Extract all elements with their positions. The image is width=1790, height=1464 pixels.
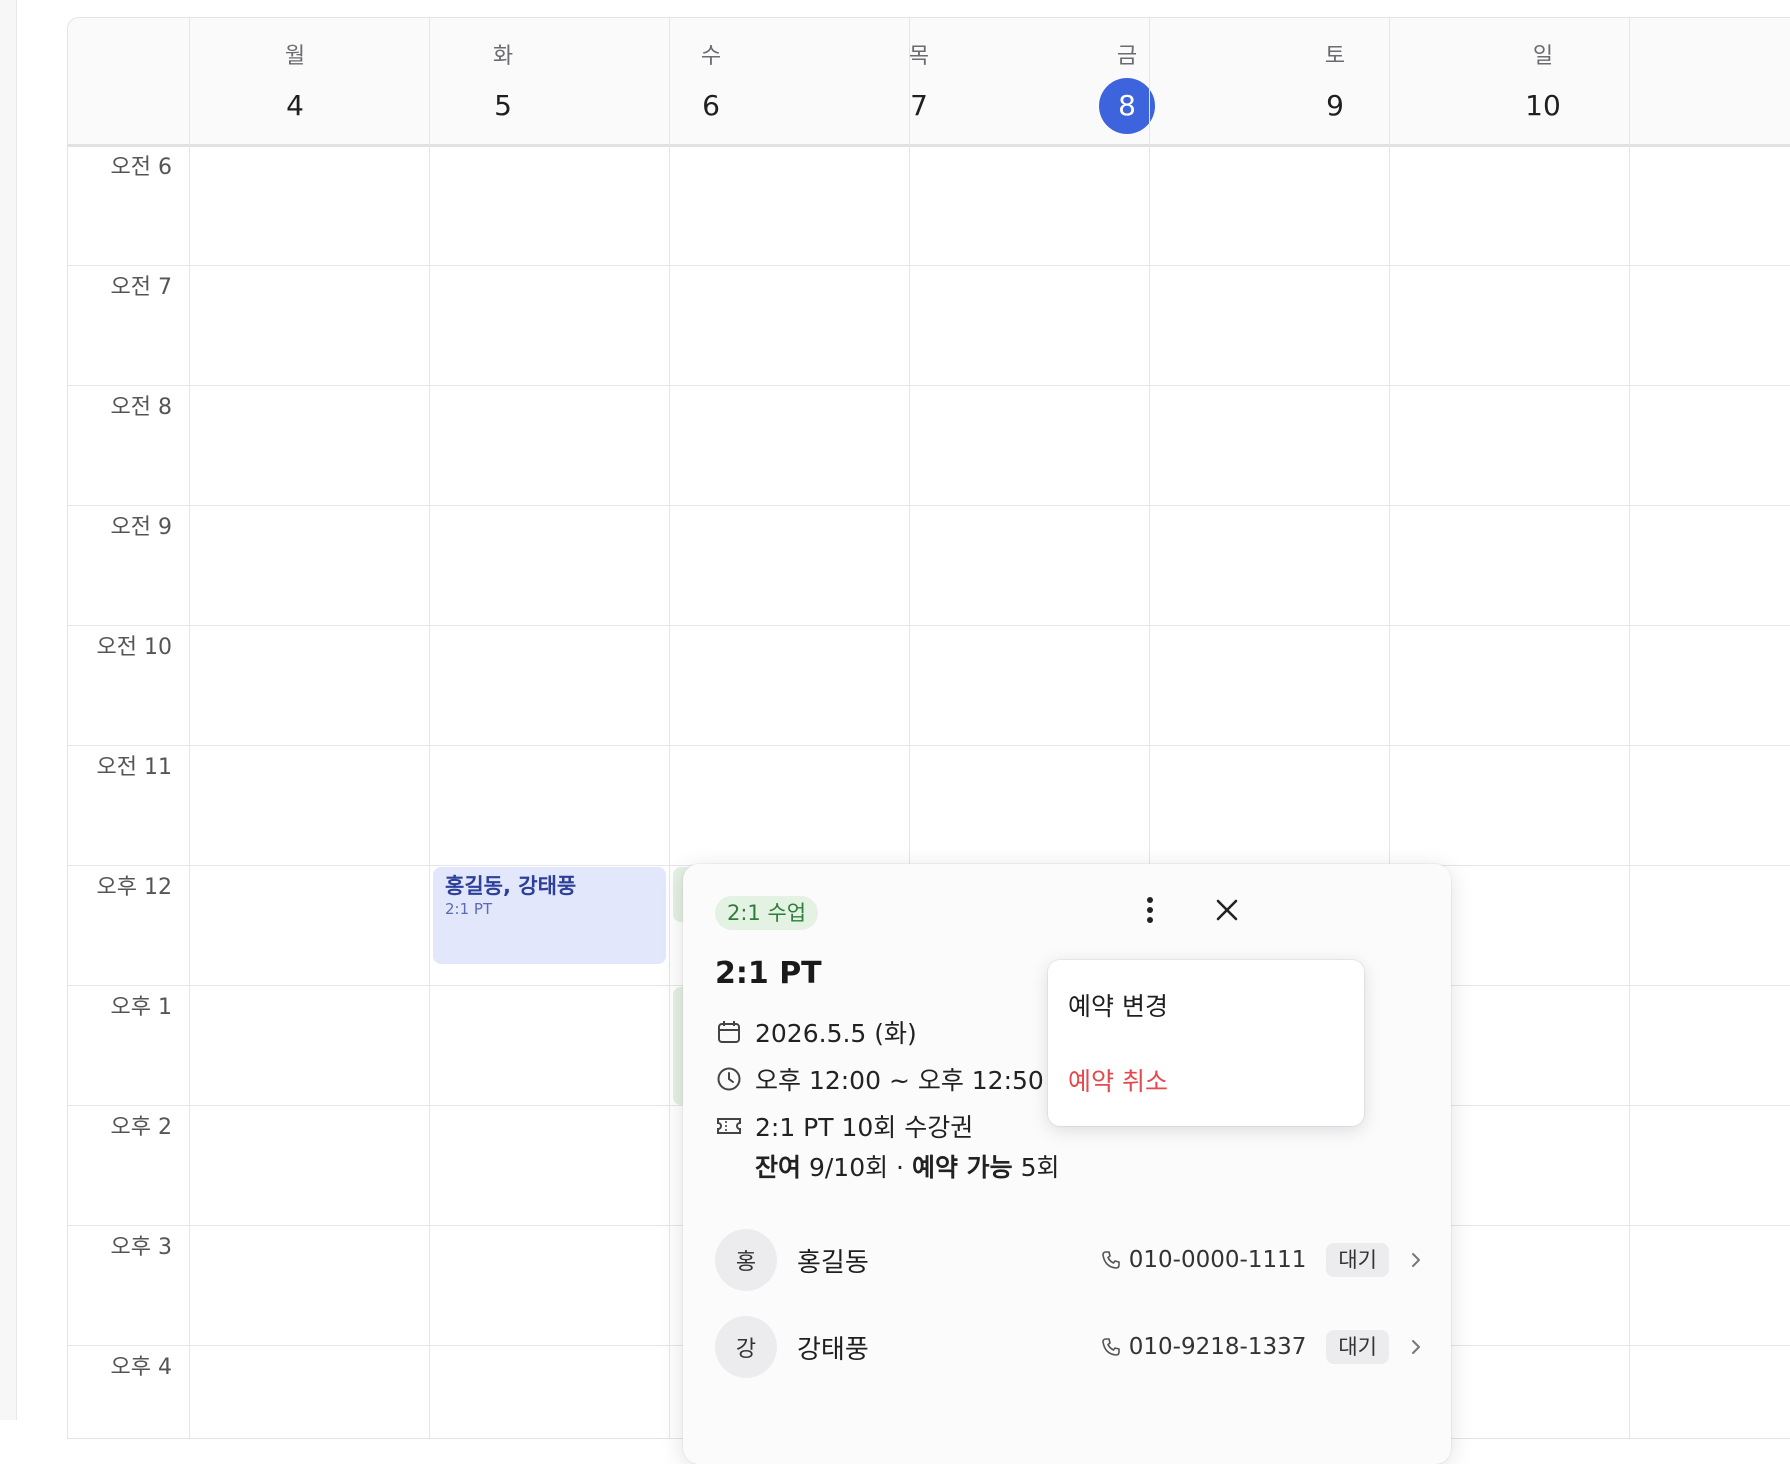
day-of-week: 토 [1324, 44, 1346, 69]
day-number: 10 [1525, 89, 1561, 122]
event-detail-popover: 2:1 수업 2:1 PT 2026.5.5 (화) 오후 12:00 ~ 오후… [683, 864, 1451, 1464]
day-number: 5 [494, 89, 512, 122]
date-row: 2026.5.5 (화) [715, 1014, 917, 1050]
avatar: 강 [715, 1316, 777, 1378]
phone-number: 010-0000-1111 [1128, 1247, 1307, 1273]
time-label: 오전 7 [110, 275, 172, 300]
time-label: 오후 3 [110, 1235, 172, 1260]
close-icon[interactable] [1207, 890, 1247, 930]
pass-row: 2:1 PT 10회 수강권 [715, 1108, 973, 1144]
class-title: 2:1 PT [715, 956, 822, 991]
grid-line [68, 745, 1790, 746]
date-text: 2026.5.5 (화) [755, 1019, 917, 1048]
left-gutter [0, 0, 17, 1420]
time-label: 오전 8 [110, 395, 172, 420]
reservation-menu: 예약 변경 예약 취소 [1048, 960, 1364, 1126]
day-number-today: 8 [1099, 78, 1155, 134]
calendar-header: 월 4 화 5 수 6 목 7 금 8 토 9 일 10 [68, 18, 1790, 147]
more-vertical-icon[interactable] [1130, 890, 1170, 930]
day-header-mon[interactable]: 월 4 [175, 18, 415, 144]
time-label: 오후 1 [110, 995, 172, 1020]
bookable-label: 예약 가능 [911, 1153, 1013, 1182]
time-label: 오전 6 [110, 155, 172, 180]
day-header-sun[interactable]: 일 10 [1423, 18, 1663, 144]
phone-icon [1101, 1337, 1121, 1357]
event-subtitle: 2:1 PT [445, 900, 493, 918]
day-header-sat[interactable]: 토 9 [1215, 18, 1455, 144]
clock-icon [715, 1065, 743, 1093]
member-row[interactable]: 홍 홍길동 010-0000-1111 대기 [715, 1228, 1423, 1292]
member-row[interactable]: 강 강태풍 010-9218-1337 대기 [715, 1315, 1423, 1379]
day-number: 6 [702, 89, 720, 122]
pass-balance: 잔여 9/10회 · 예약 가능 5회 [755, 1148, 1060, 1184]
time-row: 오후 12:00 ~ 오후 12:50 ( [715, 1061, 1062, 1097]
time-label: 오전 11 [96, 755, 172, 780]
avatar: 홍 [715, 1229, 777, 1291]
time-text: 오후 12:00 ~ 오후 12:50 ( [755, 1066, 1062, 1095]
calendar-event[interactable]: 홍길동, 강태풍 2:1 PT [433, 867, 666, 964]
day-of-week: 일 [1532, 44, 1554, 69]
class-type-badge: 2:1 수업 [715, 896, 819, 930]
chevron-right-icon[interactable] [1409, 1337, 1423, 1357]
day-of-week: 목 [908, 44, 930, 69]
pass-text: 2:1 PT 10회 수강권 [755, 1113, 974, 1142]
day-number: 4 [286, 89, 304, 122]
event-title: 홍길동, 강태풍 [445, 874, 577, 898]
day-of-week: 화 [492, 44, 514, 69]
time-label: 오후 2 [110, 1115, 172, 1140]
phone-icon [1101, 1250, 1121, 1270]
ticket-icon [715, 1112, 743, 1140]
remaining-value: 9/10회 · [801, 1153, 912, 1182]
chevron-right-icon[interactable] [1409, 1250, 1423, 1270]
grid-line [68, 265, 1790, 266]
grid-line [68, 625, 1790, 626]
day-number: 9 [1326, 89, 1344, 122]
member-name: 홍길동 [797, 1247, 869, 1278]
day-of-week: 월 [284, 44, 306, 69]
member-phone: 010-9218-1337 [1101, 1334, 1307, 1360]
day-of-week: 수 [700, 44, 722, 69]
grid-line [68, 505, 1790, 506]
day-of-week: 금 [1116, 44, 1138, 69]
time-label: 오전 10 [96, 635, 172, 660]
bookable-value: 5회 [1012, 1153, 1060, 1182]
time-label: 오후 12 [96, 875, 172, 900]
member-name: 강태풍 [797, 1334, 869, 1365]
time-label: 오전 9 [110, 515, 172, 540]
status-badge: 대기 [1326, 1330, 1389, 1364]
remaining-label: 잔여 [755, 1153, 802, 1182]
day-header-fri[interactable]: 금 8 [1007, 18, 1247, 144]
day-header-thu[interactable]: 목 7 [799, 18, 1039, 144]
day-header-tue[interactable]: 화 5 [383, 18, 623, 144]
menu-item-change-reservation[interactable]: 예약 변경 [1068, 987, 1168, 1023]
status-badge: 대기 [1326, 1243, 1389, 1277]
time-label: 오후 4 [110, 1355, 172, 1380]
phone-number: 010-9218-1337 [1128, 1334, 1307, 1360]
member-phone: 010-0000-1111 [1101, 1247, 1307, 1273]
grid-line [68, 385, 1790, 386]
menu-item-cancel-reservation[interactable]: 예약 취소 [1068, 1062, 1168, 1098]
day-number: 7 [910, 89, 928, 122]
day-header-wed[interactable]: 수 6 [591, 18, 831, 144]
calendar-icon [715, 1018, 743, 1046]
